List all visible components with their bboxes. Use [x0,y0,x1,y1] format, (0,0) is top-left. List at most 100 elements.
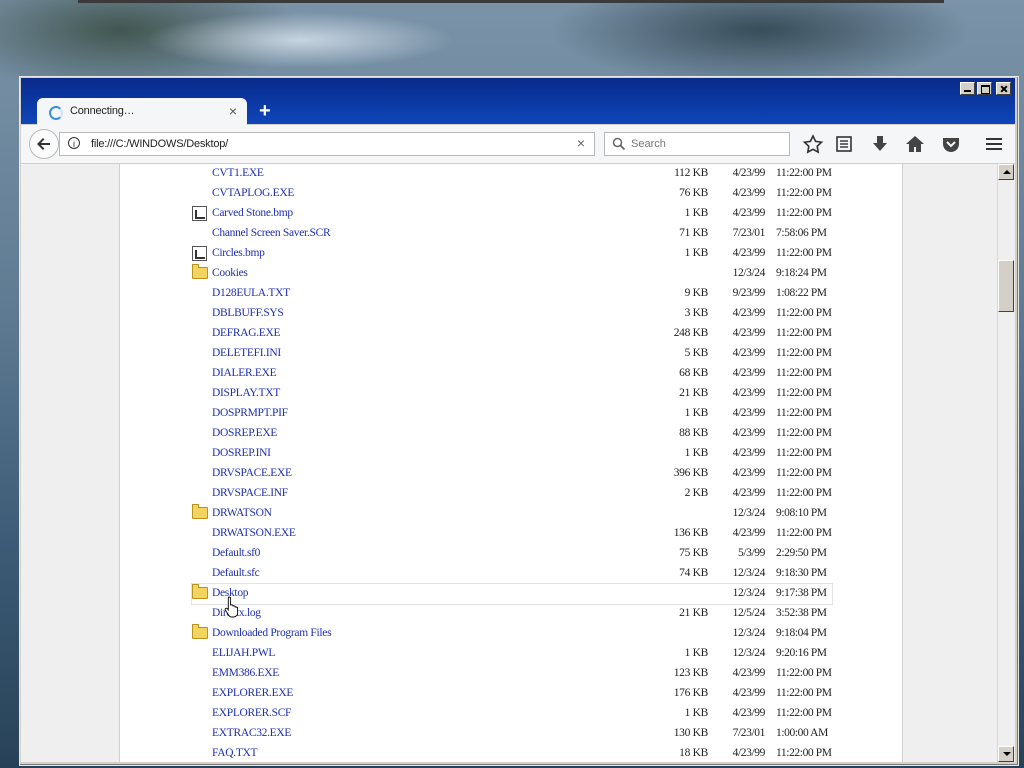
file-time: 11:22:00 PM [776,387,832,399]
file-size: 18 KB [679,747,708,759]
reading-list-icon[interactable] [833,134,855,154]
file-name-link[interactable]: DRVSPACE.EXE [212,467,292,479]
file-name-link[interactable]: DOSREP.INI [212,447,271,459]
url-bar[interactable]: i file:///C:/WINDOWS/Desktop/ × [59,132,595,156]
file-size: 74 KB [679,567,708,579]
file-row: Desktop 12/3/24 9:17:38 PM [191,583,833,605]
file-date: 4/23/99 [732,387,766,399]
file-size: 88 KB [679,427,708,439]
pocket-icon[interactable] [940,134,962,154]
file-name-link[interactable]: Downloaded Program Files [212,627,332,639]
file-date: 4/23/99 [732,707,766,719]
file-size: 1 KB [684,407,709,419]
file-time: 9:17:38 PM [776,587,827,599]
file-row: EXPLORER.EXE 176 KB 4/23/99 11:22:00 PM [192,684,832,704]
file-name-link[interactable]: DBLBUFF.SYS [212,307,284,319]
file-name-link[interactable]: Carved Stone.bmp [212,207,293,219]
scroll-down-button[interactable] [998,746,1014,762]
file-row: Channel Screen Saver.SCR 71 KB 7/23/01 7:58… [192,224,832,244]
file-time: 11:22:00 PM [776,487,832,499]
file-size: 2 KB [684,487,709,499]
file-name-link[interactable]: Cookies [212,267,248,279]
tab-close-button[interactable]: × [229,103,237,119]
file-name-link[interactable]: D128EULA.TXT [212,287,290,299]
file-name-link[interactable]: FAQ.TXT [212,747,258,759]
file-time: 2:29:50 PM [776,547,827,559]
file-name-link[interactable]: CVT1.EXE [212,167,264,179]
new-tab-button[interactable]: + [259,100,271,123]
file-size: 1 KB [684,647,709,659]
file-date: 4/23/99 [732,347,766,359]
bookmark-star-icon[interactable] [802,134,824,154]
menu-icon[interactable] [983,134,1005,154]
file-time: 11:22:00 PM [776,687,832,699]
url-text[interactable]: file:///C:/WINDOWS/Desktop/ [91,138,228,150]
file-name-link[interactable]: EXTRAC32.EXE [212,727,291,739]
file-date: 4/23/99 [732,327,766,339]
file-date: 12/3/24 [732,507,766,519]
navigation-toolbar: i file:///C:/WINDOWS/Desktop/ × Search [21,125,1015,164]
scroll-thumb[interactable] [998,260,1014,312]
tab-current[interactable]: Connecting… × [37,98,247,126]
scroll-up-button[interactable] [998,164,1014,180]
search-placeholder: Search [631,138,666,150]
file-time: 11:22:00 PM [776,207,832,219]
file-row: DRVSPACE.INF 2 KB 4/23/99 11:22:00 PM [192,484,832,504]
file-date: 4/23/99 [732,407,766,419]
desktop-top-edge [78,0,944,3]
image-file-icon [192,246,207,261]
file-name-link[interactable]: CVTAPLOG.EXE [212,187,294,199]
url-clear-button[interactable]: × [577,135,585,151]
file-name-link[interactable]: EXPLORER.EXE [212,687,293,699]
home-icon[interactable] [904,134,926,154]
downloads-icon[interactable] [869,134,891,154]
file-date: 7/23/01 [732,227,766,239]
file-name-link[interactable]: ELIJAH.PWL [212,647,275,659]
file-time: 9:20:16 PM [776,647,827,659]
file-name-link[interactable]: Default.sf0 [212,547,260,559]
file-row: EXPLORER.SCF 1 KB 4/23/99 11:22:00 PM [192,704,832,724]
minimize-button[interactable] [960,82,975,95]
file-name-link[interactable]: DRWATSON [212,507,272,519]
site-info-icon[interactable]: i [68,137,80,149]
file-time: 11:22:00 PM [776,167,832,179]
file-time: 9:18:30 PM [776,567,827,579]
file-name-link[interactable]: Circles.bmp [212,247,265,259]
file-time: 1:08:22 PM [776,287,827,299]
file-list: CVT1.EXE 112 KB 4/23/99 11:22:00 PM CVTAPLOG… [191,164,833,762]
file-name-link[interactable]: DIALER.EXE [212,367,277,379]
back-arrow-icon [37,138,50,150]
title-bar: Connecting… × + [21,78,1015,126]
file-row: DOSREP.INI 1 KB 4/23/99 11:22:00 PM [192,444,832,464]
browser-window: Connecting… × + i file:///C:/WINDOWS/Des… [19,76,1019,766]
vertical-scrollbar[interactable] [997,164,1015,762]
file-name-link[interactable]: DELETEFI.INI [212,347,281,359]
file-name-link[interactable]: DRVSPACE.INF [212,487,288,499]
file-row: EMM386.EXE 123 KB 4/23/99 11:22:00 PM [192,664,832,684]
file-name-link[interactable]: DEFRAG.EXE [212,327,281,339]
file-name-link[interactable]: DRWATSON.EXE [212,527,296,539]
file-row: Cookies 12/3/24 9:18:24 PM [192,264,832,284]
file-date: 4/23/99 [732,167,766,179]
file-name-link[interactable]: EMM386.EXE [212,667,279,679]
file-date: 4/23/99 [732,747,766,759]
file-name-link[interactable]: DISPLAY.TXT [212,387,280,399]
tab-title: Connecting… [70,105,135,117]
file-date: 4/23/99 [732,187,766,199]
file-time: 11:22:00 PM [776,447,832,459]
maximize-button[interactable] [977,82,992,95]
file-name-link[interactable]: DOSPRMPT.PIF [212,407,288,419]
file-name-link[interactable]: Default.sfc [212,567,260,579]
file-name-link[interactable]: Channel Screen Saver.SCR [212,227,331,239]
file-name-link[interactable]: EXPLORER.SCF [212,707,291,719]
file-row: Circles.bmp 1 KB 4/23/99 11:22:00 PM [192,244,832,264]
search-input[interactable]: Search [604,132,790,156]
file-size: 1 KB [684,447,709,459]
file-row: DRVSPACE.EXE 396 KB 4/23/99 11:22:00 PM [192,464,832,484]
file-time: 11:22:00 PM [776,427,832,439]
file-name-link[interactable]: DOSREP.EXE [212,427,277,439]
file-row: CVTAPLOG.EXE 76 KB 4/23/99 11:22:00 PM [192,184,832,204]
close-window-button[interactable] [996,82,1011,95]
file-size: 3 KB [684,307,709,319]
back-button[interactable] [29,129,59,159]
